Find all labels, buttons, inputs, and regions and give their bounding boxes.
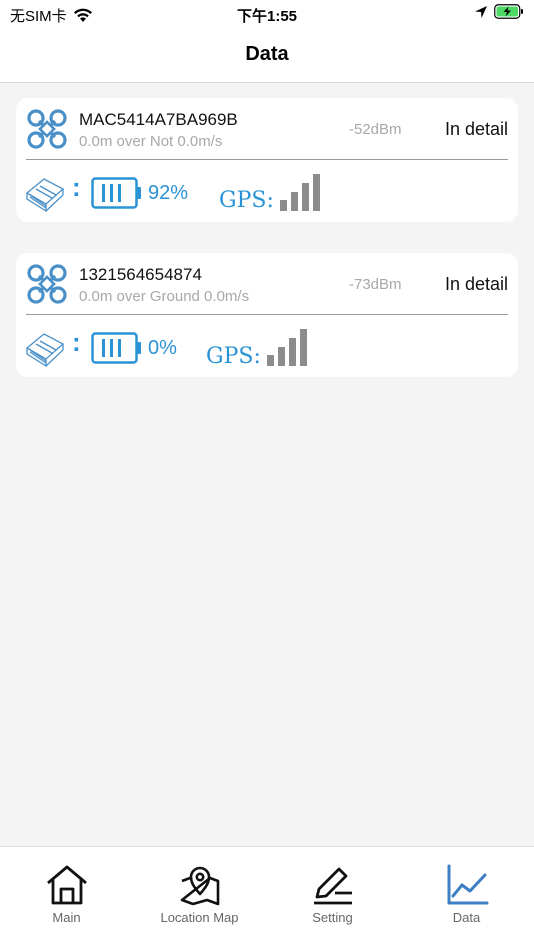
device-box-icon <box>25 178 65 213</box>
card-divider <box>26 314 508 315</box>
device-card[interactable]: MAC5414A7BA969B 0.0m over Not 0.0m/s -52… <box>16 98 518 222</box>
location-arrow-icon <box>475 5 487 18</box>
colon-separator: : <box>72 327 81 357</box>
device-box-icon <box>25 333 65 368</box>
signal-strength-icon <box>280 174 320 211</box>
device-rssi: -52dBm <box>349 121 402 138</box>
card-divider <box>26 159 508 160</box>
tab-setting[interactable]: Setting <box>266 863 399 925</box>
chart-line-icon <box>447 864 488 905</box>
tab-label: Location Map <box>160 910 239 925</box>
tab-data[interactable]: Data <box>400 863 533 925</box>
edit-icon <box>313 867 352 905</box>
battery-percent: 92% <box>148 182 189 204</box>
battery-icon <box>91 177 141 209</box>
battery-icon <box>91 332 141 364</box>
tab-label: Setting <box>312 910 353 925</box>
tab-location-map[interactable]: Location Map <box>133 863 266 925</box>
device-name: 1321564654874 <box>79 265 202 284</box>
status-right <box>474 4 524 19</box>
gps-label: GPS: <box>206 344 261 369</box>
colon-separator: : <box>72 172 81 202</box>
tab-bar: Main Location Map Setting Data <box>0 846 534 951</box>
device-status: 0.0m over Ground 0.0m/s <box>79 288 250 305</box>
signal-strength-icon <box>267 329 307 366</box>
device-status: 0.0m over Not 0.0m/s <box>79 133 223 150</box>
drone-icon <box>27 264 67 304</box>
device-name: MAC5414A7BA969B <box>79 110 238 129</box>
tab-label: Data <box>452 910 481 925</box>
map-pin-icon <box>180 866 219 906</box>
device-rssi: -73dBm <box>349 276 402 293</box>
drone-icon <box>27 109 67 149</box>
status-bar: 无SIM卡 下午1:55 <box>0 0 534 28</box>
navigation-bar: Data <box>0 28 534 83</box>
page-title: Data <box>245 43 289 65</box>
battery-percent: 0% <box>148 337 177 359</box>
tab-label: Main <box>52 910 81 925</box>
battery-charging-icon <box>494 4 523 19</box>
tab-main[interactable]: Main <box>0 863 133 925</box>
gps-label: GPS: <box>219 188 274 213</box>
status-time: 下午1:55 <box>236 8 298 25</box>
in-detail-button[interactable]: In detail <box>445 274 508 295</box>
home-icon <box>46 865 87 905</box>
device-card[interactable]: 1321564654874 0.0m over Ground 0.0m/s -7… <box>16 253 518 377</box>
in-detail-button[interactable]: In detail <box>445 119 508 140</box>
